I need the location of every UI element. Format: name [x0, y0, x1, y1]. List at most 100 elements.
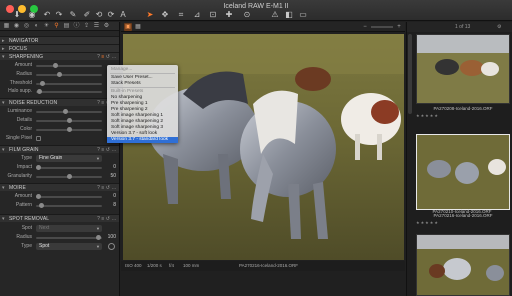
- window-title: Iceland RAW E-M1 II: [223, 3, 289, 10]
- impact-value[interactable]: 0: [102, 164, 116, 171]
- granularity-value[interactable]: 50: [102, 173, 116, 180]
- spot-select[interactable]: Next ▼: [36, 225, 102, 232]
- radius-slider-knob[interactable]: [56, 72, 62, 77]
- impact-slider[interactable]: [36, 165, 102, 170]
- chevron-down-icon: ▼: [96, 226, 100, 231]
- spot-radius-label: Radius: [16, 234, 32, 240]
- amount-slider[interactable]: [36, 63, 102, 68]
- compare-icon[interactable]: ◧: [282, 10, 296, 20]
- expand-icon: ▾: [2, 54, 5, 60]
- details-label: Details: [16, 117, 32, 123]
- moire-amount-slider-knob[interactable]: [36, 194, 41, 199]
- tab-adjust-icon[interactable]: ▤: [62, 23, 71, 30]
- iso-value: ISO 400: [125, 263, 142, 268]
- tab-settings-icon[interactable]: ⚙: [102, 23, 111, 30]
- thumbnail-3[interactable]: [416, 234, 510, 296]
- halo-slider[interactable]: [36, 89, 102, 94]
- section-actions[interactable]: ?≡↺…: [97, 215, 118, 223]
- tab-lens-icon[interactable]: ◎: [22, 23, 31, 30]
- spot-radius-value[interactable]: 100: [102, 234, 116, 241]
- import-icon[interactable]: ⬇: [10, 10, 24, 20]
- spot-toggle-icon[interactable]: [108, 243, 115, 250]
- granularity-slider-knob[interactable]: [66, 174, 72, 179]
- crop-icon[interactable]: ⌗: [174, 10, 188, 20]
- tool-tabs: ▦ ◉ ◎ ◐ ☀ ⚲ ▤ ⓘ ⇪ ☰ ⚙: [0, 22, 119, 31]
- spot-icon[interactable]: ✚: [222, 10, 236, 20]
- tab-batch-icon[interactable]: ☰: [92, 23, 101, 30]
- zoom-in-icon[interactable]: +: [395, 23, 403, 31]
- tab-capture-icon[interactable]: ◉: [12, 23, 21, 30]
- halo-slider-knob[interactable]: [36, 89, 42, 94]
- luminance-slider-knob[interactable]: [63, 109, 69, 114]
- straighten-icon[interactable]: ⊿: [190, 10, 204, 20]
- section-actions[interactable]: ?≡↺…: [97, 146, 118, 154]
- warning-icon[interactable]: ⚠: [268, 10, 282, 20]
- noise-reduction-section-header[interactable]: ▾NOISE REDUCTION?≡↺…: [0, 98, 119, 106]
- pan-icon[interactable]: ✥: [158, 10, 172, 20]
- keystone-icon[interactable]: ⊡: [206, 10, 220, 20]
- moire-amount-value[interactable]: 0: [102, 193, 116, 200]
- focal-value: 100 mm: [183, 263, 200, 268]
- text-icon[interactable]: A: [116, 10, 130, 20]
- spot-type-select[interactable]: Spot ▼: [36, 243, 102, 250]
- color-slider[interactable]: [36, 127, 102, 132]
- pattern-value[interactable]: 8: [102, 202, 116, 209]
- sharpening-section-header[interactable]: ▾ SHARPENING ?≡↺…: [0, 52, 119, 61]
- tool-panel: ▦ ◉ ◎ ◐ ☀ ⚲ ▤ ⓘ ⇪ ☰ ⚙ ▸ NAVIGATOR ▸ FOCUS …: [0, 22, 120, 296]
- section-title: MOIRE: [9, 185, 26, 191]
- grain-type-select[interactable]: Fine Grain ▼: [36, 155, 102, 162]
- tab-details-icon[interactable]: ⚲: [52, 23, 61, 30]
- focus-section-header[interactable]: ▸ FOCUS: [0, 44, 119, 52]
- browser-scrollbar[interactable]: [408, 34, 412, 114]
- picker-icon[interactable]: ✎: [66, 10, 80, 20]
- spot-radius-slider-knob[interactable]: [96, 235, 102, 240]
- thumbnail-1[interactable]: [416, 34, 510, 104]
- tab-meta-icon[interactable]: ⓘ: [72, 23, 81, 30]
- granularity-slider[interactable]: [36, 174, 102, 179]
- threshold-slider-knob[interactable]: [40, 81, 46, 86]
- amount-slider-knob[interactable]: [53, 63, 59, 68]
- spot-radius-slider[interactable]: [36, 235, 102, 240]
- spot-type-label: Type: [21, 243, 32, 249]
- single-pixel-checkbox[interactable]: [36, 136, 41, 141]
- threshold-slider[interactable]: [36, 81, 102, 86]
- zoom-out-icon[interactable]: −: [361, 23, 369, 31]
- section-actions[interactable]: ?≡↺…: [97, 184, 118, 192]
- impact-slider-knob[interactable]: [36, 165, 41, 170]
- zoom-slider[interactable]: [371, 26, 393, 28]
- tab-color-icon[interactable]: ◐: [32, 23, 41, 30]
- navigator-section-header[interactable]: ▸ NAVIGATOR: [0, 36, 119, 44]
- cursor-icon[interactable]: ➤: [143, 10, 157, 20]
- pattern-slider[interactable]: [36, 203, 102, 208]
- rating-stars[interactable]: ★★★★★: [416, 220, 510, 225]
- pattern-slider-knob[interactable]: [38, 203, 44, 208]
- loupe-icon[interactable]: ⊙: [240, 10, 254, 20]
- camera-icon[interactable]: ◉: [25, 10, 39, 20]
- multi-view-icon[interactable]: ▦: [134, 23, 142, 31]
- filter-icon[interactable]: ⚙: [497, 22, 501, 32]
- chevron-down-icon: ▼: [96, 244, 100, 249]
- thumbnail-2-selected[interactable]: [416, 134, 510, 210]
- redo-icon[interactable]: ↷: [52, 10, 66, 20]
- expand-icon: ▾: [2, 216, 5, 222]
- thumbnail-image: [417, 135, 509, 209]
- tab-exposure-icon[interactable]: ☀: [42, 23, 51, 30]
- moire-amount-slider[interactable]: [36, 194, 102, 199]
- radius-slider[interactable]: [36, 72, 102, 77]
- film-grain-section-header[interactable]: ▾ FILM GRAIN ?≡↺…: [0, 145, 119, 154]
- details-slider[interactable]: [36, 118, 102, 123]
- section-actions[interactable]: ?≡↺…: [97, 53, 118, 61]
- layers-icon[interactable]: ▭: [296, 10, 310, 20]
- rating-stars[interactable]: ★★★★★: [416, 113, 510, 118]
- single-view-icon[interactable]: ▣: [124, 23, 132, 31]
- tab-library-icon[interactable]: ▦: [2, 23, 11, 30]
- tab-output-icon[interactable]: ⇪: [82, 23, 91, 30]
- viewer-toolbar: ▣ ▦ − +: [121, 22, 405, 32]
- spot-removal-section-header[interactable]: ▾ SPOT REMOVAL ?≡↺…: [0, 214, 119, 223]
- color-slider-knob[interactable]: [66, 127, 72, 132]
- luminance-slider[interactable]: [36, 109, 102, 114]
- moire-section-header[interactable]: ▾ MOIRE ?≡↺…: [0, 183, 119, 192]
- menu-item[interactable]: Version 3.7 - standard look: [107, 137, 178, 143]
- menu-separator: [110, 73, 175, 74]
- details-slider-knob[interactable]: [66, 118, 72, 123]
